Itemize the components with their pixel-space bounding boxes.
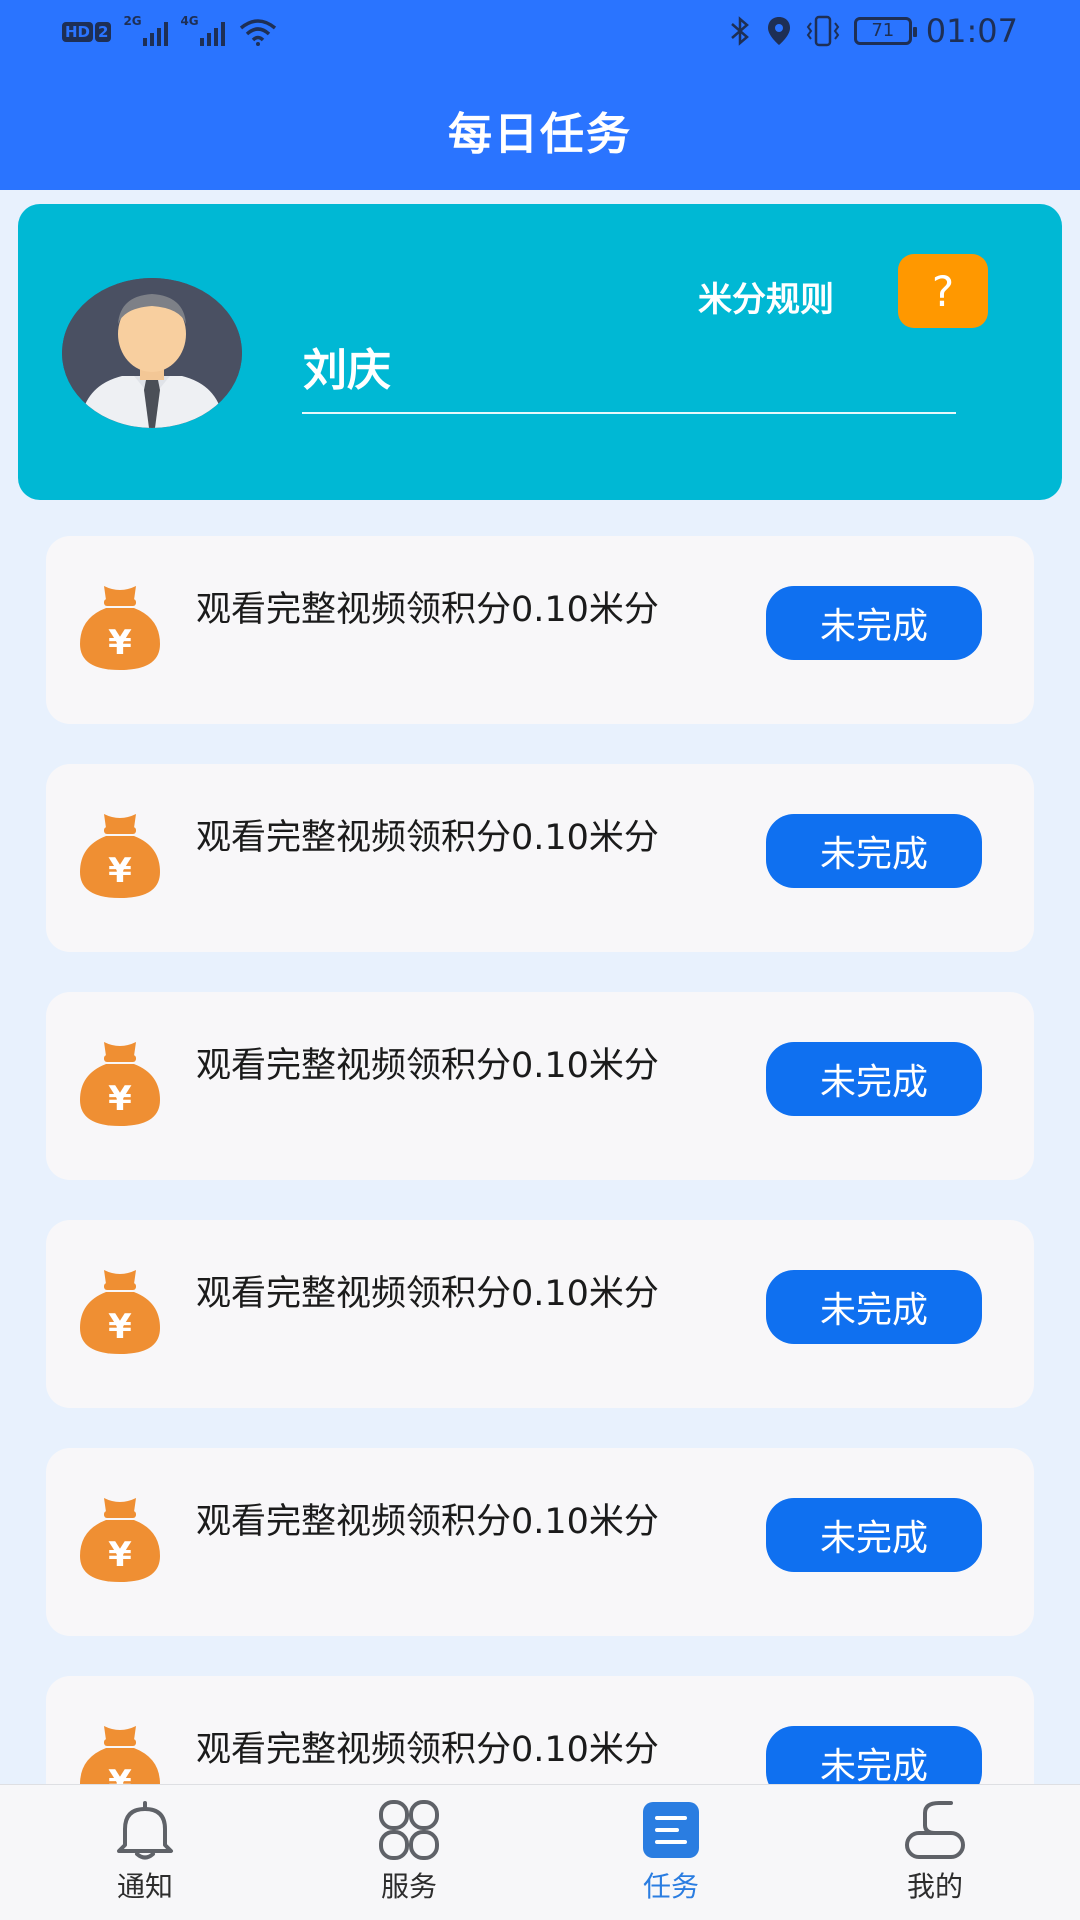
- money-bag-icon: ¥: [80, 1042, 160, 1126]
- nav-item-notifications[interactable]: 通知: [10, 1785, 280, 1920]
- status-left: HD 2 2G 4G: [62, 14, 277, 46]
- task-description: 观看完整视频领积分0.10米分: [196, 1502, 659, 1542]
- app-header: HD 2 2G 4G 71 01:07 每日任务: [0, 0, 1080, 190]
- svg-text:¥: ¥: [108, 623, 132, 663]
- money-bag-icon: ¥: [80, 586, 160, 670]
- nav-label: 服务: [380, 1870, 437, 1903]
- task-status-button[interactable]: 未完成: [766, 1498, 982, 1572]
- nav-item-services[interactable]: 服务: [274, 1785, 544, 1920]
- task-description: 观看完整视频领积分0.10米分: [196, 1730, 659, 1770]
- points-rules-label[interactable]: 米分规则: [698, 272, 834, 321]
- task-card: ¥ 观看完整视频领积分0.10米分 未完成: [46, 536, 1034, 724]
- sim-label: 2: [95, 22, 112, 42]
- username: 刘庆: [303, 345, 391, 396]
- task-description: 观看完整视频领积分0.10米分: [196, 1046, 659, 1086]
- signal-2g-icon: 2G: [123, 14, 169, 46]
- task-status-button[interactable]: 未完成: [766, 586, 982, 660]
- battery-indicator: 71: [853, 17, 917, 45]
- username-divider: [302, 412, 956, 414]
- status-bar: HD 2 2G 4G 71 01:07: [0, 0, 1080, 66]
- task-status-button[interactable]: 未完成: [766, 814, 982, 888]
- task-card: ¥ 观看完整视频领积分0.10米分 未完成: [46, 1448, 1034, 1636]
- hd-badge: HD 2: [62, 22, 112, 42]
- task-card: ¥ 观看完整视频领积分0.10米分 未完成: [46, 1676, 1034, 1786]
- money-bag-icon: ¥: [80, 1726, 160, 1786]
- task-description: 观看完整视频领积分0.10米分: [196, 590, 659, 630]
- money-bag-icon: ¥: [80, 1270, 160, 1354]
- task-card: ¥ 观看完整视频领积分0.10米分 未完成: [46, 764, 1034, 952]
- rules-help-button[interactable]: ?: [898, 254, 988, 328]
- svg-text:¥: ¥: [108, 1307, 132, 1347]
- task-status-button[interactable]: 未完成: [766, 1270, 982, 1344]
- bluetooth-icon: [730, 16, 749, 46]
- signal-4g-icon: 4G: [180, 14, 226, 46]
- svg-text:¥: ¥: [108, 851, 132, 891]
- task-list-icon: [643, 1802, 699, 1858]
- bottom-nav: 通知 服务 任务 我的: [0, 1784, 1080, 1920]
- task-status-button[interactable]: 未完成: [766, 1042, 982, 1116]
- nav-label: 通知: [116, 1870, 173, 1903]
- svg-text:¥: ¥: [108, 1079, 132, 1119]
- svg-text:¥: ¥: [108, 1535, 132, 1575]
- money-bag-icon: ¥: [80, 814, 160, 898]
- task-description: 观看完整视频领积分0.10米分: [196, 818, 659, 858]
- hd-label: HD: [62, 22, 94, 42]
- grid-icon: [379, 1800, 439, 1860]
- task-card: ¥ 观看完整视频领积分0.10米分 未完成: [46, 992, 1034, 1180]
- money-bag-icon: ¥: [80, 1498, 160, 1582]
- location-icon: [767, 17, 790, 45]
- signal-4g-label: 4G: [180, 14, 199, 28]
- user-icon: [905, 1801, 965, 1859]
- status-right: 71 01:07: [728, 12, 1018, 50]
- nav-item-profile[interactable]: 我的: [800, 1785, 1070, 1920]
- page-title: 每日任务: [448, 109, 632, 160]
- bell-icon: [117, 1801, 173, 1860]
- wifi-icon: [240, 19, 277, 46]
- nav-label: 我的: [906, 1870, 963, 1903]
- task-description: 观看完整视频领积分0.10米分: [196, 1274, 659, 1314]
- task-status-button[interactable]: 未完成: [766, 1726, 982, 1786]
- nav-item-tasks[interactable]: 任务: [536, 1785, 806, 1920]
- profile-card: 米分规则 ? 刘庆: [18, 204, 1062, 500]
- signal-2g-label: 2G: [123, 14, 142, 28]
- svg-text:¥: ¥: [108, 1763, 132, 1786]
- vibrate-icon: [806, 15, 840, 47]
- task-list[interactable]: ¥ 观看完整视频领积分0.10米分 未完成 ¥ 观看完整视频领积分0.10米分 …: [0, 536, 1080, 1786]
- nav-label: 任务: [642, 1870, 699, 1903]
- task-card: ¥ 观看完整视频领积分0.10米分 未完成: [46, 1220, 1034, 1408]
- avatar[interactable]: [62, 278, 242, 428]
- clock: 01:07: [925, 12, 1018, 50]
